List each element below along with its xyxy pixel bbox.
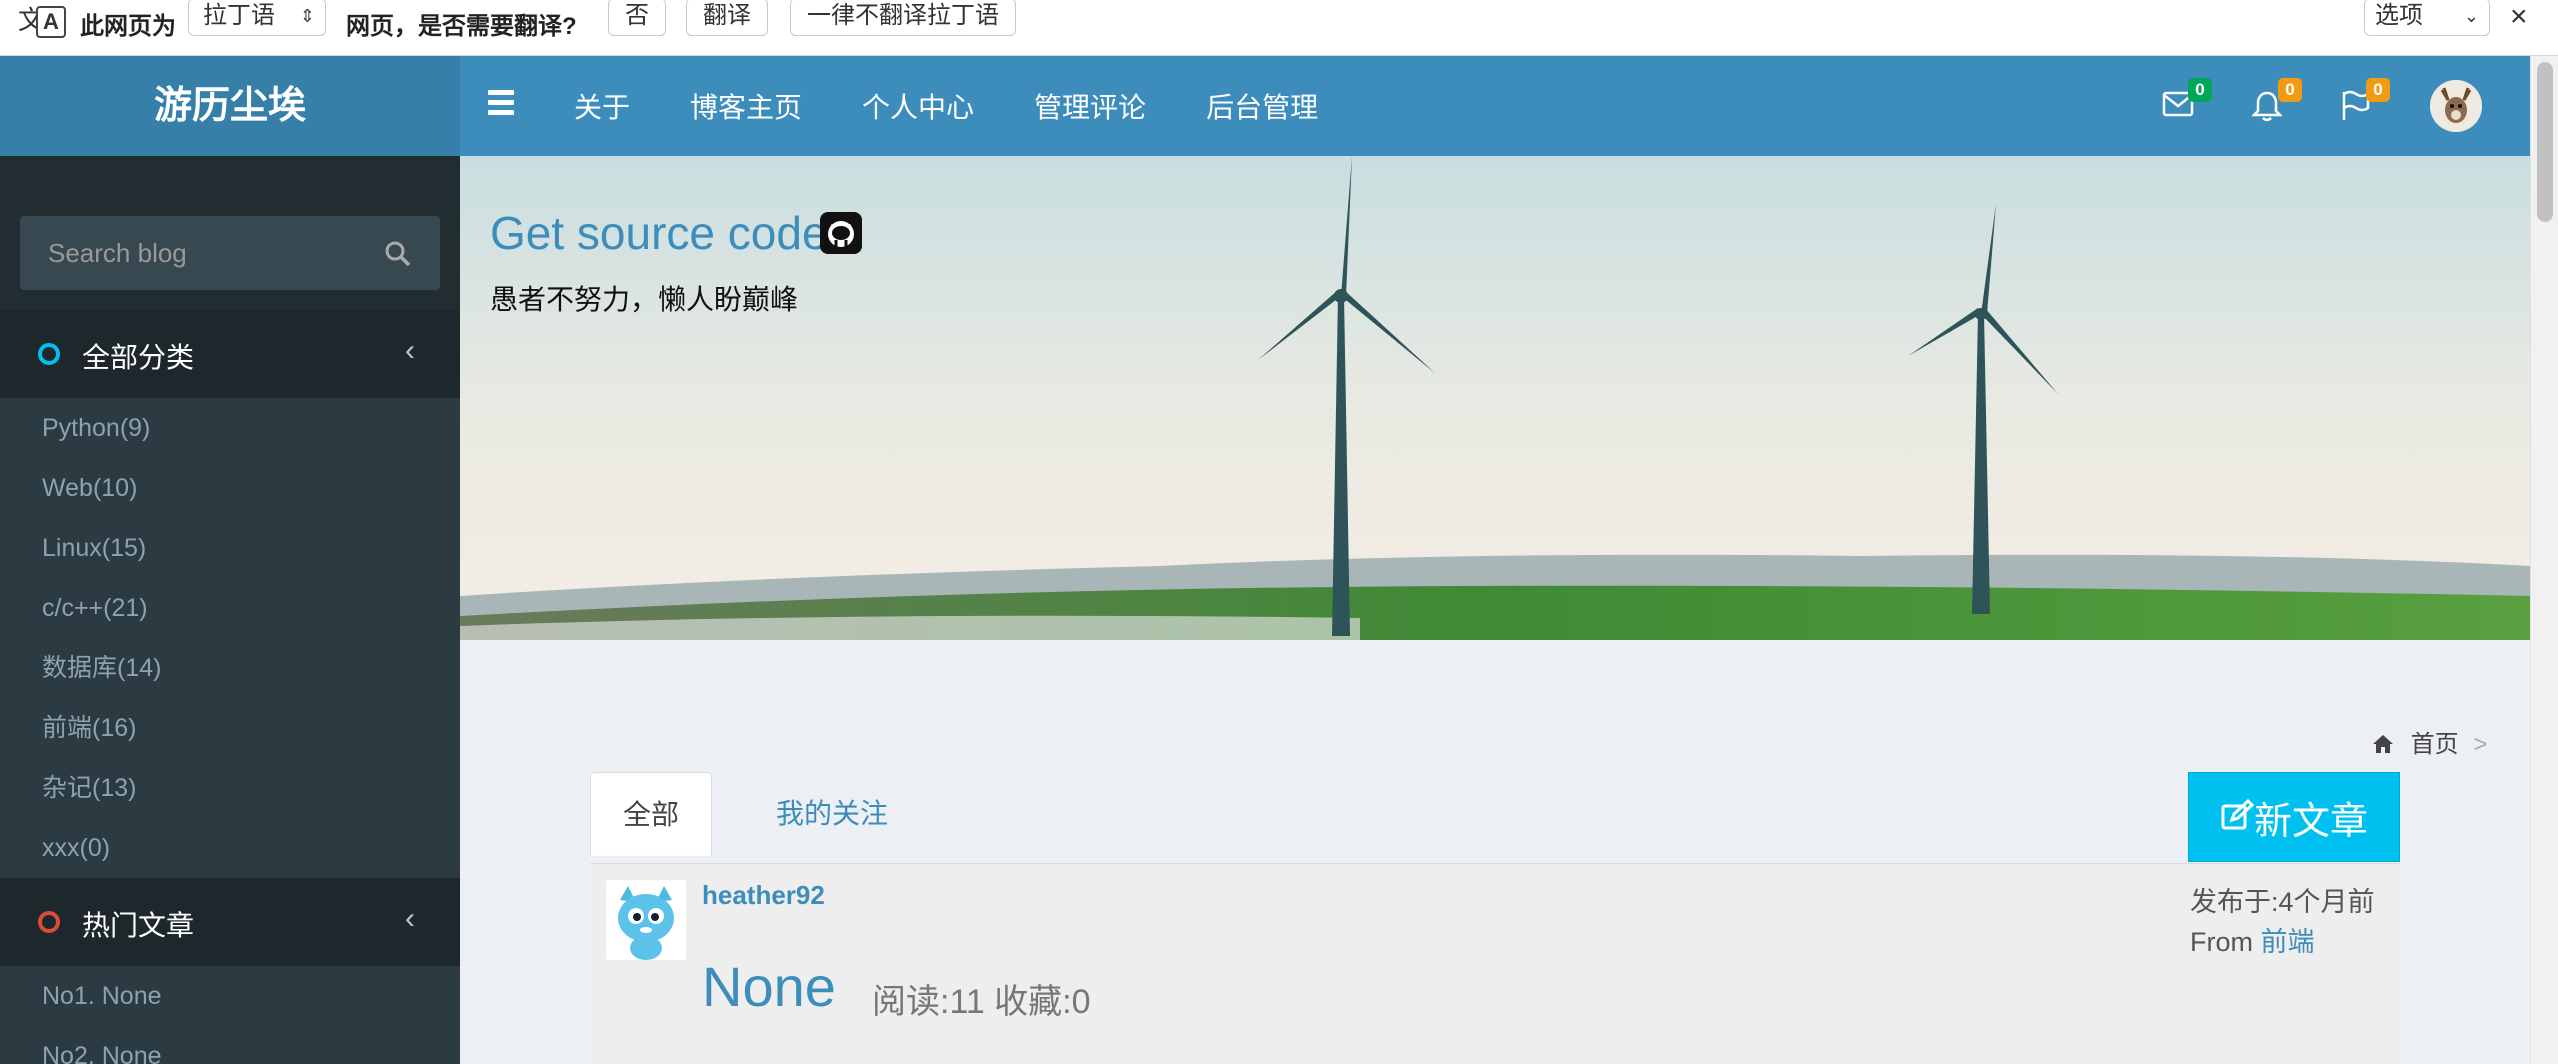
brand-logo[interactable]: 游历尘埃 — [0, 56, 460, 156]
never-translate-button[interactable]: 一律不翻译拉丁语 — [790, 0, 1016, 36]
mail-icon[interactable]: 0 — [2162, 78, 2212, 122]
chevron-left-icon: ‹ — [405, 902, 415, 935]
circle-icon — [38, 911, 60, 933]
hamburger-menu-icon[interactable] — [488, 90, 514, 118]
post-category-link[interactable]: 前端 — [2261, 927, 2315, 957]
nav-manage-comments[interactable]: 管理评论 — [1034, 86, 1146, 126]
no-translate-button[interactable]: 否 — [608, 0, 666, 36]
chevron-down-icon: ⌄ — [2463, 6, 2479, 26]
category-item[interactable]: 数据库(14) — [0, 638, 460, 698]
hot-posts-header[interactable]: 热门文章 ‹ — [0, 878, 460, 966]
nav-admin[interactable]: 后台管理 — [1206, 86, 1318, 126]
category-item[interactable]: c/c++(21) — [0, 578, 460, 638]
category-item[interactable]: Linux(15) — [0, 518, 460, 578]
post-tabs: 全部 我的关注 — [590, 772, 2400, 864]
new-post-label: 新文章 — [2253, 800, 2368, 843]
post-title[interactable]: None — [702, 954, 836, 1019]
post-from-label: From — [2190, 927, 2253, 957]
translate-prompt-prefix: 此网页为 — [80, 13, 176, 40]
breadcrumb-home[interactable]: 首页 — [2411, 731, 2459, 758]
category-item[interactable]: Web(10) — [0, 458, 460, 518]
close-icon[interactable]: × — [2510, 0, 2528, 34]
hot-posts-title: 热门文章 — [82, 910, 195, 941]
nav-blog-home[interactable]: 博客主页 — [690, 86, 802, 126]
translate-bar: 文A 此网页为 拉丁语 ⇕ 网页，是否需要翻译? 否 翻译 一律不翻译拉丁语 选… — [0, 0, 2558, 56]
breadcrumb-separator: > — [2473, 731, 2488, 758]
user-avatar[interactable] — [2430, 80, 2482, 132]
hot-post-item[interactable]: No2. None — [0, 1026, 460, 1064]
author-avatar[interactable] — [606, 880, 686, 960]
banner-motto: 愚者不努力，懒人盼巅峰 — [490, 284, 799, 315]
sidebar: 全部分类 ‹ Python(9) Web(10) Linux(15) c/c++… — [0, 156, 460, 1064]
hot-posts-list: No1. None No2. None — [0, 966, 460, 1064]
tab-all[interactable]: 全部 — [590, 772, 713, 856]
post-author[interactable]: heather92 — [702, 880, 825, 911]
nav-profile[interactable]: 个人中心 — [862, 86, 974, 126]
breadcrumb: 首页 > — [2372, 724, 2487, 759]
category-item[interactable]: 前端(16) — [0, 698, 460, 758]
home-icon — [2372, 731, 2401, 758]
sidebar-search — [20, 216, 440, 290]
scrollbar-thumb[interactable] — [2537, 62, 2553, 222]
bell-icon[interactable]: 0 — [2250, 78, 2302, 122]
categories-title: 全部分类 — [82, 342, 195, 373]
new-post-button[interactable]: 新文章 — [2188, 772, 2400, 862]
chevron-left-icon: ‹ — [405, 334, 415, 367]
get-source-link[interactable]: Get source code — [490, 206, 828, 260]
post-item: heather92 发布于:4个月前 From 前端 None 阅读:11 收藏… — [590, 864, 2400, 1064]
flag-icon[interactable]: 0 — [2340, 78, 2390, 122]
mail-count-badge: 0 — [2188, 78, 2212, 102]
github-icon[interactable] — [820, 212, 862, 254]
search-icon[interactable] — [384, 240, 412, 268]
hot-post-item[interactable]: No1. None — [0, 966, 460, 1026]
translate-button[interactable]: 翻译 — [686, 0, 768, 36]
flag-count-badge: 0 — [2366, 78, 2390, 102]
category-item[interactable]: 杂记(13) — [0, 758, 460, 818]
nav-about[interactable]: 关于 — [574, 86, 630, 126]
post-published-time: 发布于:4个月前 — [2190, 887, 2375, 917]
categories-list: Python(9) Web(10) Linux(15) c/c++(21) 数据… — [0, 398, 460, 878]
translate-icon[interactable]: 文A — [18, 0, 70, 44]
translate-prompt-suffix: 网页，是否需要翻译? — [346, 13, 577, 40]
tab-following[interactable]: 我的关注 — [744, 772, 920, 856]
language-select-value: 拉丁语 — [203, 2, 275, 29]
language-select[interactable]: 拉丁语 ⇕ — [188, 0, 326, 36]
bell-count-badge: 0 — [2278, 78, 2302, 102]
category-item[interactable]: Python(9) — [0, 398, 460, 458]
page-scrollbar[interactable] — [2530, 56, 2558, 1064]
search-input[interactable] — [20, 216, 380, 290]
circle-icon — [38, 343, 60, 365]
post-meta: 发布于:4个月前 From 前端 — [2190, 882, 2375, 962]
top-header: 游历尘埃 关于 博客主页 个人中心 管理评论 后台管理 0 0 0 — [0, 56, 2530, 156]
category-item[interactable]: xxx(0) — [0, 818, 460, 878]
updown-arrow-icon: ⇕ — [299, 6, 315, 26]
main-nav: 关于 博客主页 个人中心 管理评论 后台管理 — [574, 56, 1378, 156]
options-select[interactable]: 选项 ⌄ — [2364, 0, 2490, 36]
edit-icon — [2220, 796, 2255, 839]
post-stats: 阅读:11 收藏:0 — [872, 983, 1091, 1021]
categories-header[interactable]: 全部分类 ‹ — [0, 310, 460, 398]
options-label: 选项 — [2375, 2, 2423, 29]
